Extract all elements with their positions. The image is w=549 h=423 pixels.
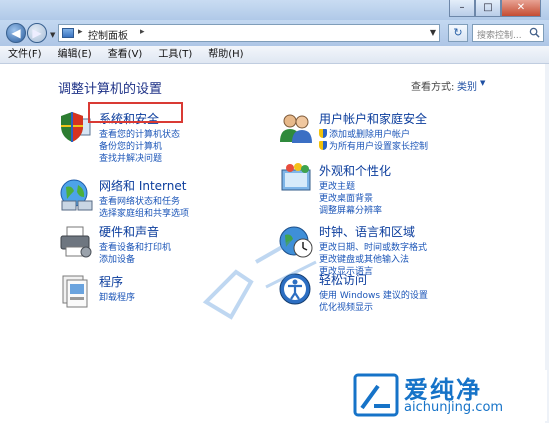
window-controls: – □ ✕ xyxy=(449,0,541,17)
title-bar: – □ ✕ xyxy=(0,0,549,20)
search-input[interactable]: 搜索控制... xyxy=(472,24,544,42)
category-title[interactable]: 用户帐户和家庭安全 xyxy=(319,110,427,127)
address-bar[interactable]: ▸ 控制面板 ▸ ▼ xyxy=(58,24,440,42)
category-link[interactable]: 选择家庭组和共享选项 xyxy=(99,206,189,219)
category-link-label[interactable]: 为所有用户设置家长控制 xyxy=(329,142,428,152)
search-icon[interactable] xyxy=(529,27,540,38)
category-title[interactable]: 网络和 Internet xyxy=(99,177,186,194)
menu-bar: 文件(F) 编辑(E) 查看(V) 工具(T) 帮助(H) xyxy=(0,46,549,64)
view-by-label: 查看方式: xyxy=(411,82,455,93)
watermark-logo-icon xyxy=(353,373,399,417)
highlight-box xyxy=(88,102,183,123)
category-link[interactable]: 卸载程序 xyxy=(99,290,135,303)
category-link[interactable]: 查找并解决问题 xyxy=(99,151,162,164)
minimize-button[interactable]: – xyxy=(449,0,475,17)
control-panel-icon xyxy=(62,28,74,38)
search-placeholder: 搜索控制... xyxy=(477,31,522,41)
forward-button[interactable]: ▶ xyxy=(27,23,47,43)
menu-view[interactable]: 查看(V) xyxy=(100,46,151,63)
page-title: 调整计算机的设置 xyxy=(58,82,163,97)
recent-pages-dropdown-icon[interactable]: ▼ xyxy=(50,31,55,39)
category-appearance: 外观和个性化 更改主题 更改桌面背景 调整屏幕分辨率 xyxy=(278,162,498,217)
category-user-accounts: 用户帐户和家庭安全 添加或删除用户帐户 为所有用户设置家长控制 xyxy=(278,110,498,160)
view-by-selector[interactable]: 类别 xyxy=(457,78,477,93)
uac-shield-icon xyxy=(319,141,327,150)
appearance-icon[interactable] xyxy=(278,162,314,198)
uac-shield-icon xyxy=(319,129,327,138)
menu-file[interactable]: 文件(F) xyxy=(0,46,50,63)
category-title[interactable]: 外观和个性化 xyxy=(319,162,391,179)
category-link[interactable]: 为所有用户设置家长控制 xyxy=(319,139,428,152)
category-link[interactable]: 调整屏幕分辨率 xyxy=(319,203,382,216)
watermark-brand: 爱纯净 aichunjing.com xyxy=(348,370,547,421)
breadcrumb-control-panel[interactable]: 控制面板 xyxy=(88,27,128,42)
programs-icon[interactable] xyxy=(58,273,94,309)
breadcrumb-separator[interactable]: ▸ xyxy=(140,27,145,37)
breadcrumb-separator[interactable]: ▸ xyxy=(78,27,83,37)
category-network-internet: 网络和 Internet 查看网络状态和任务 选择家庭组和共享选项 xyxy=(58,177,258,227)
watermark-logo-faint xyxy=(202,240,317,320)
users-icon[interactable] xyxy=(278,110,314,146)
maximize-button[interactable]: □ xyxy=(475,0,501,17)
category-title[interactable]: 程序 xyxy=(99,273,123,290)
category-title[interactable]: 硬件和声音 xyxy=(99,223,159,240)
navigation-bar: ◀ ▶ ▼ ▸ 控制面板 ▸ ▼ ↻ 搜索控制... xyxy=(0,20,549,46)
watermark-url: aichunjing.com xyxy=(404,400,504,415)
refresh-button[interactable]: ↻ xyxy=(448,24,468,42)
back-button[interactable]: ◀ xyxy=(6,23,26,43)
close-button[interactable]: ✕ xyxy=(501,0,541,17)
category-link[interactable]: 添加设备 xyxy=(99,252,135,265)
address-dropdown-icon[interactable]: ▼ xyxy=(430,28,436,37)
menu-edit[interactable]: 编辑(E) xyxy=(50,46,100,63)
printer-icon[interactable] xyxy=(58,223,94,259)
view-by-dropdown-icon[interactable]: ▼ xyxy=(480,79,485,87)
menu-help[interactable]: 帮助(H) xyxy=(200,46,251,63)
menu-tools[interactable]: 工具(T) xyxy=(150,46,200,63)
network-globe-icon[interactable] xyxy=(58,177,94,213)
